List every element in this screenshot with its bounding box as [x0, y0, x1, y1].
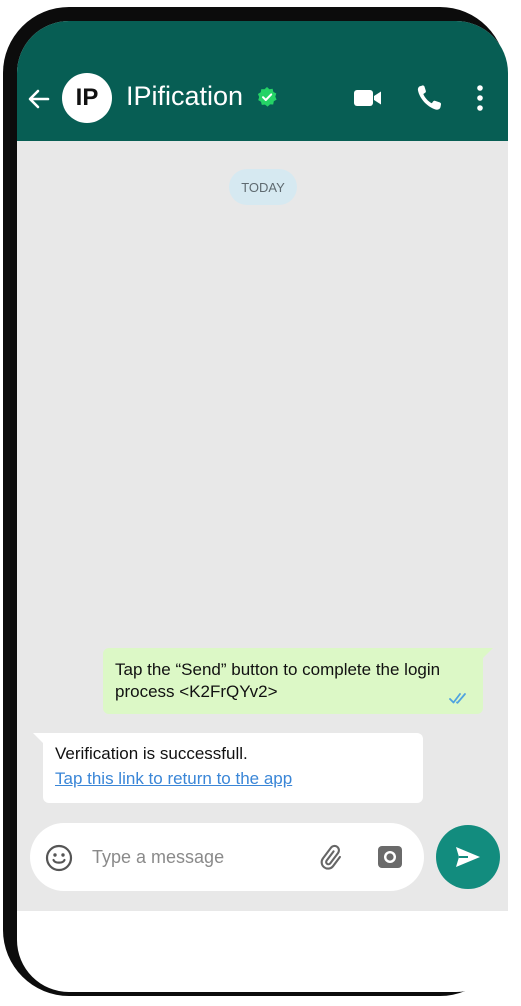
send-button[interactable]: [436, 825, 500, 889]
outgoing-message-text: Tap the “Send” button to complete the lo…: [115, 660, 441, 701]
chat-header: IP IPification: [17, 21, 508, 141]
message-composer: [30, 823, 424, 891]
smiley-icon[interactable]: [44, 843, 74, 873]
return-to-app-link[interactable]: Tap this link to return to the app: [55, 768, 292, 790]
message-input[interactable]: [92, 842, 302, 872]
incoming-message-text: Verification is successfull.: [55, 744, 248, 763]
paperclip-icon[interactable]: [318, 843, 348, 873]
outgoing-message[interactable]: Tap the “Send” button to complete the lo…: [103, 648, 493, 714]
incoming-message: Verification is successfull. Tap this li…: [33, 733, 423, 803]
more-options-icon[interactable]: [473, 83, 487, 113]
date-divider: TODAY: [229, 169, 297, 205]
chat-screen: IP IPification TODAY Tap the “Send” butt…: [17, 21, 508, 992]
bubble-tail: [33, 733, 43, 743]
camera-icon[interactable]: [376, 843, 404, 871]
phone-call-icon[interactable]: [416, 84, 442, 112]
double-check-icon: [449, 691, 471, 705]
send-icon: [456, 847, 480, 867]
back-arrow-icon[interactable]: [24, 84, 54, 114]
contact-name[interactable]: IPification: [126, 79, 243, 113]
bubble-tail: [483, 648, 493, 658]
video-call-icon[interactable]: [353, 87, 383, 109]
contact-avatar[interactable]: IP: [62, 73, 112, 123]
message-list: TODAY Tap the “Send” button to complete …: [17, 141, 508, 911]
verified-check-icon: [256, 86, 278, 108]
